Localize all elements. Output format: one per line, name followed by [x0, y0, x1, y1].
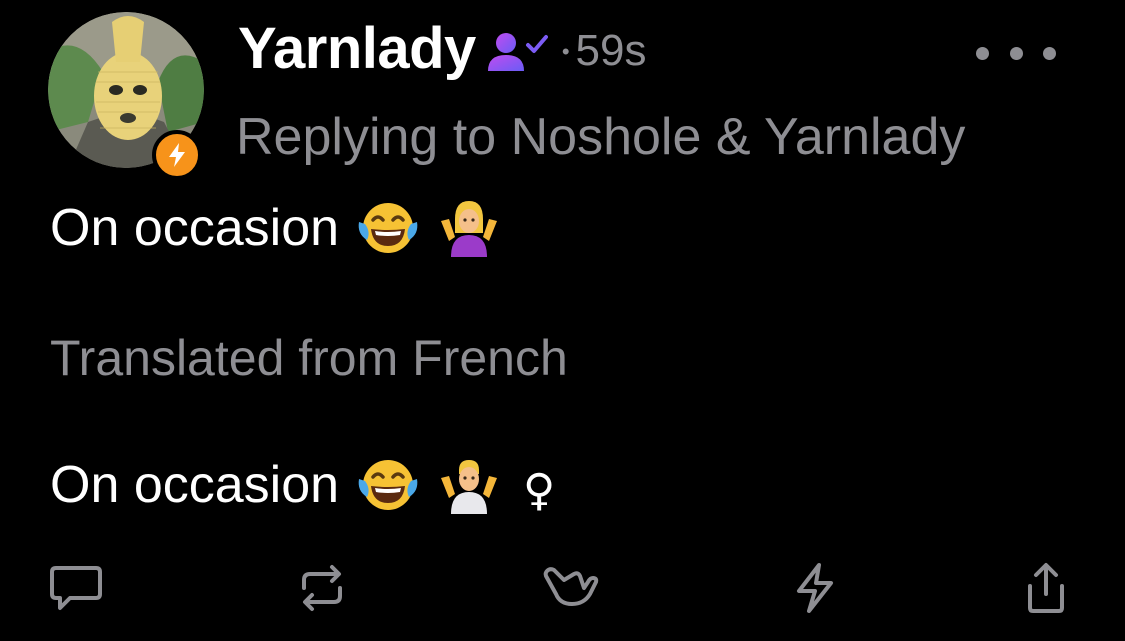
lightning-icon: [797, 563, 833, 613]
separator-dot: •: [561, 39, 570, 64]
post: Yarnlady • 59s Replying to Noshole & Yar…: [0, 0, 1125, 641]
person-shrugging-emoji-icon: [441, 460, 498, 514]
translated-content: On occasion ♀: [50, 447, 555, 523]
like-button[interactable]: [538, 556, 602, 620]
avatar[interactable]: [48, 12, 204, 180]
woman-shrugging-emoji-icon: [441, 201, 498, 257]
post-header: Yarnlady • 59s: [238, 14, 646, 84]
more-icon: [976, 46, 989, 60]
user-check-icon: [487, 33, 548, 71]
translated-text: On occasion: [50, 456, 340, 514]
share-button[interactable]: [1014, 556, 1078, 620]
zap-button[interactable]: [783, 556, 847, 620]
shaka-hand-icon: [543, 567, 599, 606]
replying-to[interactable]: Replying to Noshole & Yarnlady: [236, 104, 965, 170]
tears-of-joy-emoji-icon: [358, 203, 418, 253]
timestamp: 59s: [575, 26, 647, 75]
reply-button[interactable]: [44, 556, 108, 620]
lightning-badge-icon: [152, 130, 202, 180]
author-name[interactable]: Yarnlady: [238, 14, 476, 84]
action-bar: [0, 556, 1125, 620]
repost-icon: [302, 565, 342, 611]
translated-label[interactable]: Translated from French: [50, 326, 568, 390]
tears-of-joy-emoji-icon: [358, 460, 418, 510]
female-sign: ♀: [523, 465, 556, 516]
more-button[interactable]: [976, 36, 1056, 70]
post-text: On occasion: [50, 199, 340, 257]
repost-button[interactable]: [290, 556, 354, 620]
post-content: On occasion: [50, 196, 501, 260]
share-icon: [1028, 563, 1064, 613]
comment-icon: [50, 566, 102, 610]
more-icon-dot: [1009, 46, 1023, 60]
more-icon-dot: [1043, 46, 1056, 60]
